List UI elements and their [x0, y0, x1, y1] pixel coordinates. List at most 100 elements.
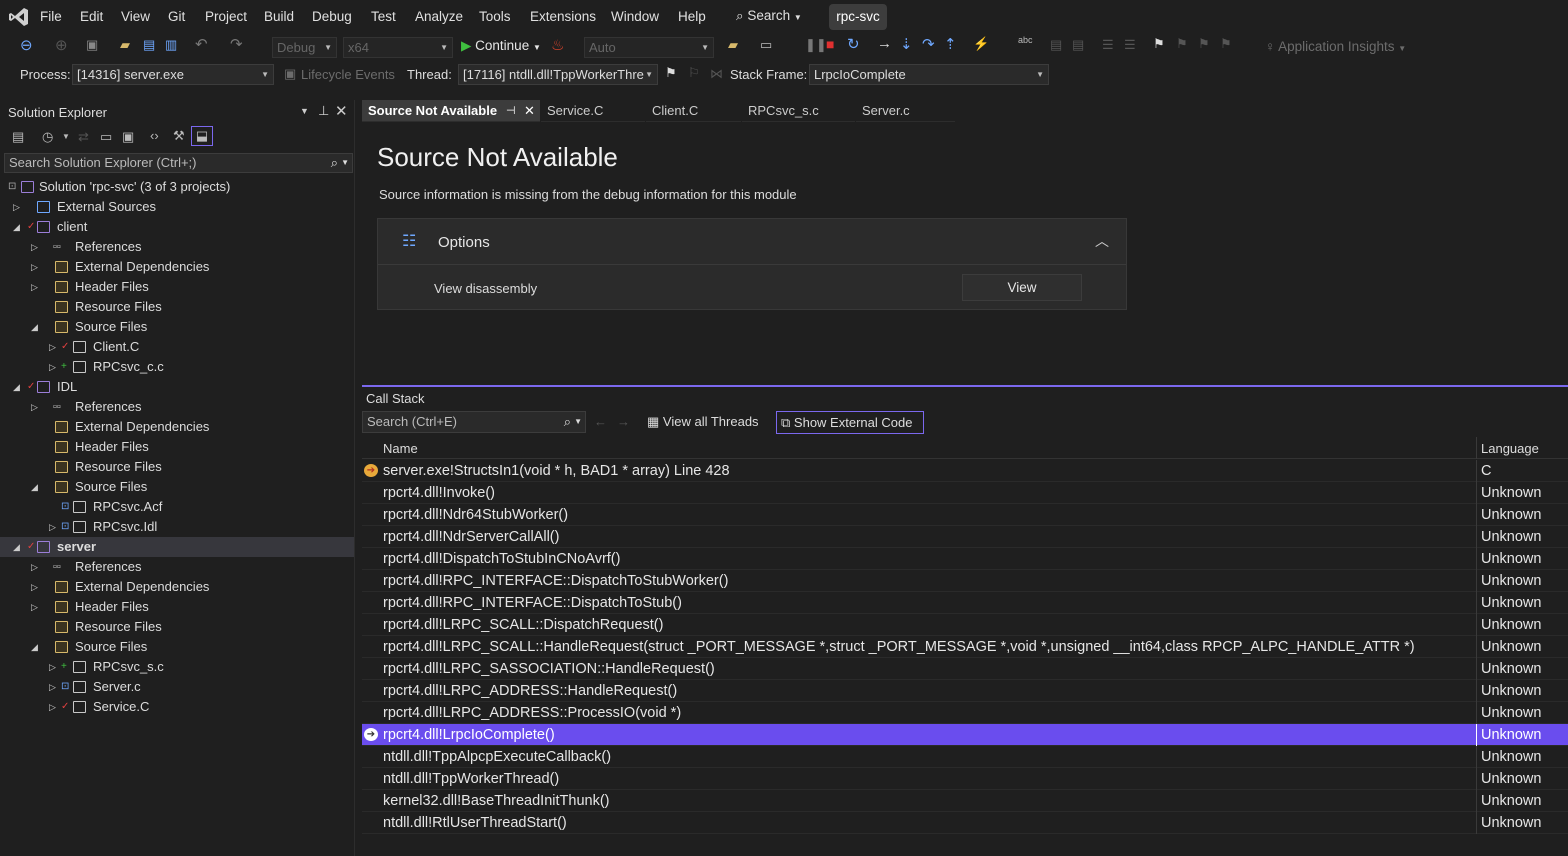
tree-item-resource-files[interactable]: Resource Files [0, 617, 354, 637]
stack-frame-select[interactable]: LrpcIoComplete ▼ [809, 64, 1049, 85]
step-out-icon[interactable]: ⇡ [944, 35, 957, 53]
tree-item-external-sources[interactable]: ▷ External Sources [0, 197, 354, 217]
arrow-left-icon[interactable]: ← [594, 414, 607, 429]
call-stack-row[interactable]: rpcrt4.dll!LRPC_SCALL::HandleRequest(str… [362, 636, 1568, 658]
tree-item-project-idl[interactable]: ◢ ✓ IDL [0, 377, 354, 397]
continue-button[interactable]: ▶ Continue ▼ [461, 38, 541, 54]
tab-source-not-available[interactable]: Source Not Available ⊣ ✕ [362, 100, 540, 122]
call-stack-row[interactable]: rpcrt4.dll!DispatchToStubInCNoAvrf() Unkn… [362, 548, 1568, 570]
diagnostics-icon[interactable]: ⚡ [973, 36, 989, 52]
chevron-down-icon[interactable]: ◢ [31, 317, 38, 337]
column-divider[interactable] [1476, 437, 1477, 459]
options-header[interactable]: ☷ Options ︿ [378, 219, 1126, 265]
tree-item-references[interactable]: ▷ ▫▫ References [0, 237, 354, 257]
close-icon[interactable]: ✕ [524, 100, 535, 122]
toggle-flag-icon[interactable]: ⚐ [688, 65, 700, 81]
tab-service-c[interactable]: Service.C [541, 100, 645, 122]
call-stack-row[interactable]: ntdll.dll!RtlUserThreadStart() Unknown [362, 812, 1568, 834]
chevron-right-icon[interactable]: ▷ [31, 597, 38, 617]
save-all-icon[interactable]: ▥ [165, 37, 177, 53]
solution-explorer-search-input[interactable]: Search Solution Explorer (Ctrl+;) ⌕ ▼ [4, 153, 353, 173]
chevron-right-icon[interactable]: ▷ [31, 277, 38, 297]
application-insights-button[interactable]: ♀ Application Insights ▼ [1265, 39, 1406, 54]
tree-item-project-server[interactable]: ◢ ✓ server [0, 537, 354, 557]
preview-selected-items-icon[interactable]: ⬓ [191, 126, 213, 146]
tree-item-resource-files[interactable]: Resource Files [0, 457, 354, 477]
tree-item-file[interactable]: ▷ ⊡ RPCsvc.Idl [0, 517, 354, 537]
call-stack-row[interactable]: rpcrt4.dll!Ndr64StubWorker() Unknown [362, 504, 1568, 526]
call-stack-row[interactable]: ntdll.dll!TppWorkerThread() Unknown [362, 768, 1568, 790]
thread-select[interactable]: [17116] ntdll.dll!TppWorkerThre ▼ [458, 64, 658, 85]
tree-item-external-dependencies[interactable]: ▷ External Dependencies [0, 577, 354, 597]
column-header-language[interactable]: Language [1481, 441, 1539, 456]
indent-icon[interactable]: ☰ [1124, 37, 1136, 53]
new-item-icon[interactable]: ▣ [86, 37, 98, 53]
comment-icon[interactable]: ▤ [1050, 37, 1062, 53]
column-header-name[interactable]: Name [383, 441, 418, 456]
chevron-right-icon[interactable]: ▷ [49, 657, 56, 677]
call-stack-row[interactable]: ntdll.dll!TppAlpcpExecuteCallback() Unkno… [362, 746, 1568, 768]
auto-select[interactable]: Auto ▼ [584, 37, 714, 58]
chevron-right-icon[interactable]: ▷ [13, 197, 20, 217]
chevron-down-icon[interactable]: ▼ [62, 132, 70, 141]
tree-item-resource-files[interactable]: Resource Files [0, 297, 354, 317]
tree-item-header-files[interactable]: ▷ Header Files [0, 277, 354, 297]
tree-item-file[interactable]: ▷ ✓ Client.C [0, 337, 354, 357]
switch-views-icon[interactable]: ▤ [12, 129, 24, 145]
tree-item-header-files[interactable]: Header Files [0, 437, 354, 457]
pause-icon[interactable]: ❚❚ [805, 37, 827, 53]
tree-item-file[interactable]: ▷ ⊡ Server.c [0, 677, 354, 697]
threads-filter-icon[interactable]: ⋈ [710, 66, 723, 82]
stop-icon[interactable]: ■ [826, 36, 834, 52]
folder-icon[interactable]: ▰ [728, 37, 738, 53]
menu-git[interactable]: Git [168, 9, 185, 24]
menu-project[interactable]: Project [205, 9, 247, 24]
chevron-right-icon[interactable]: ▷ [49, 677, 56, 697]
chevron-right-icon[interactable]: ▷ [49, 337, 56, 357]
platform-select[interactable]: x64 ▼ [343, 37, 453, 58]
flag-icon[interactable]: ⚑ [665, 65, 677, 81]
chevron-right-icon[interactable]: ▷ [31, 397, 38, 417]
chevron-right-icon[interactable]: ▷ [49, 357, 56, 377]
restart-icon[interactable]: ↻ [847, 35, 860, 53]
open-folder-icon[interactable]: ▰ [120, 37, 130, 53]
menu-file[interactable]: File [40, 9, 62, 24]
call-stack-row[interactable]: rpcrt4.dll!LRPC_SASSOCIATION::HandleRequ… [362, 658, 1568, 680]
chevron-down-icon[interactable]: ◢ [13, 537, 20, 557]
chevron-right-icon[interactable]: ▷ [31, 577, 38, 597]
save-icon[interactable]: ▤ [143, 37, 155, 53]
menu-tools[interactable]: Tools [479, 9, 511, 24]
call-stack-row[interactable]: rpcrt4.dll!Invoke() Unknown [362, 482, 1568, 504]
view-disassembly-button[interactable]: View [962, 274, 1082, 301]
clear-bookmarks-icon[interactable]: ⚑ [1220, 36, 1232, 52]
prev-bookmark-icon[interactable]: ⚑ [1176, 36, 1188, 52]
call-stack-row[interactable]: rpcrt4.dll!RPC_INTERFACE::DispatchToStub… [362, 570, 1568, 592]
menu-debug[interactable]: Debug [312, 9, 352, 24]
window-position-icon[interactable]: ▼ [300, 106, 309, 116]
properties-wrench-icon[interactable]: ⚒ [173, 128, 185, 144]
tab-client-c[interactable]: Client.C [646, 100, 741, 122]
hot-reload-icon[interactable]: ♨ [551, 36, 564, 54]
call-stack-row[interactable]: rpcrt4.dll!LRPC_ADDRESS::ProcessIO(void … [362, 702, 1568, 724]
chevron-right-icon[interactable]: ▷ [49, 517, 56, 537]
tree-item-references[interactable]: ▷ ▫▫ References [0, 397, 354, 417]
process-select[interactable]: [14316] server.exe ▼ [72, 64, 274, 85]
lifecycle-events-button[interactable]: Lifecycle Events [301, 67, 395, 82]
call-stack-row[interactable]: rpcrt4.dll!RPC_INTERFACE::DispatchToStub… [362, 592, 1568, 614]
menu-window[interactable]: Window [611, 9, 659, 24]
chevron-right-icon[interactable]: ▷ [31, 237, 38, 257]
tree-item-file[interactable]: ⊡ RPCsvc.Acf [0, 497, 354, 517]
next-bookmark-icon[interactable]: ⚑ [1198, 36, 1210, 52]
tree-item-solution[interactable]: ⊡ Solution 'rpc-svc' (3 of 3 projects) [0, 177, 354, 197]
tab-rpcsvc-s-c[interactable]: RPCsvc_s.c [742, 100, 855, 122]
call-stack-row[interactable]: rpcrt4.dll!LRPC_SCALL::DispatchRequest()… [362, 614, 1568, 636]
tree-item-project-client[interactable]: ◢ ✓ client [0, 217, 354, 237]
uncomment-icon[interactable]: ▤ [1072, 37, 1084, 53]
menu-view[interactable]: View [121, 9, 150, 24]
bookmark-icon[interactable]: ⚑ [1153, 36, 1165, 52]
forward-icon[interactable]: ⊕ [55, 36, 68, 54]
back-icon[interactable]: ⊖ [20, 36, 33, 54]
call-stack-row[interactable]: ➔ server.exe!StructsIn1(void * h, BAD1 *… [362, 460, 1568, 482]
view-all-threads-button[interactable]: ▦ View all Threads [647, 414, 759, 430]
tree-item-source-files[interactable]: ◢ Source Files [0, 637, 354, 657]
